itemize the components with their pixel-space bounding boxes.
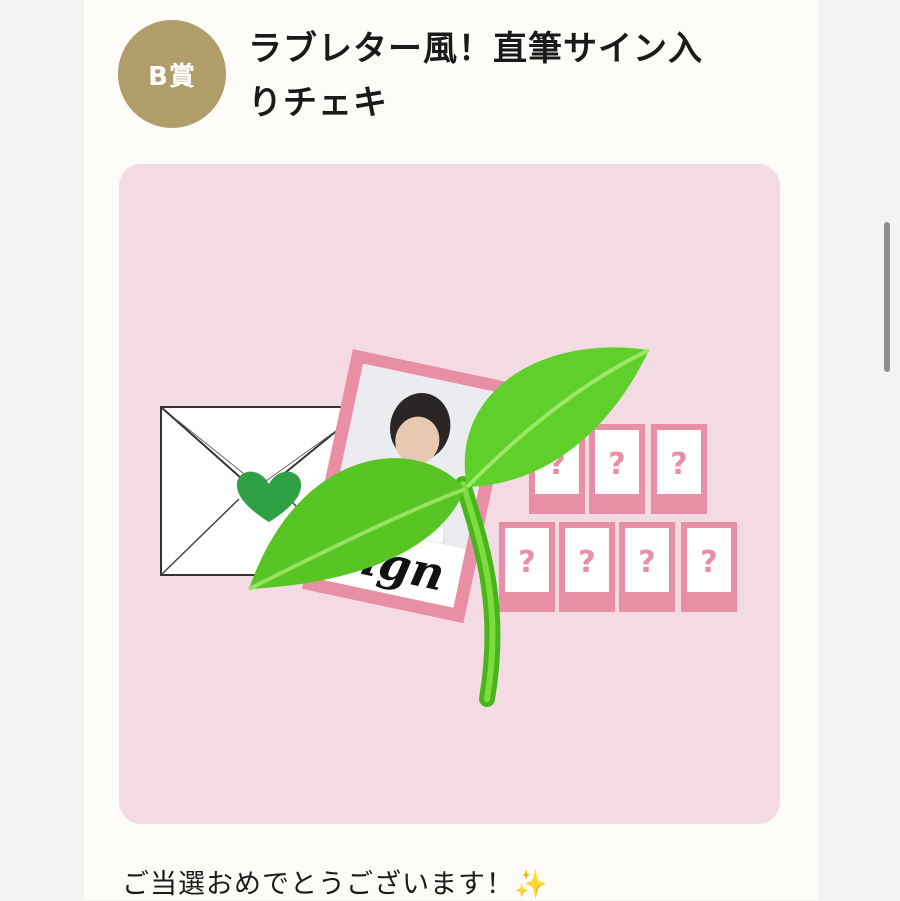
prize-rank-badge: B賞 [118, 20, 226, 128]
prize-image: sign ??????? [119, 164, 780, 824]
prize-rank-label: B賞 [148, 61, 196, 92]
prize-title: ラブレター風！直筆サイン入 りチェキ [248, 22, 788, 130]
mystery-card-mark: ? [518, 545, 535, 580]
mystery-card: ? [651, 424, 707, 514]
page-scrollbar[interactable] [884, 222, 890, 372]
prize-illustration: sign ??????? [160, 347, 737, 707]
mystery-card: ? [559, 522, 615, 612]
mystery-card-mark: ? [700, 545, 717, 580]
mystery-card-mark: ? [670, 447, 687, 482]
prize-title-line-2: りチェキ [248, 83, 388, 123]
congratulations-message: ご当選おめでとうございます！✨ [122, 869, 549, 900]
mystery-card: ? [681, 522, 737, 612]
mystery-card-mark: ? [638, 545, 655, 580]
mystery-card: ? [589, 424, 645, 514]
mystery-card: ? [499, 522, 555, 612]
mystery-card: ? [619, 522, 675, 612]
mystery-card-mark: ? [578, 545, 595, 580]
mystery-card-mark: ? [608, 447, 625, 482]
prize-title-line-1: ラブレター風！直筆サイン入 [248, 29, 703, 69]
